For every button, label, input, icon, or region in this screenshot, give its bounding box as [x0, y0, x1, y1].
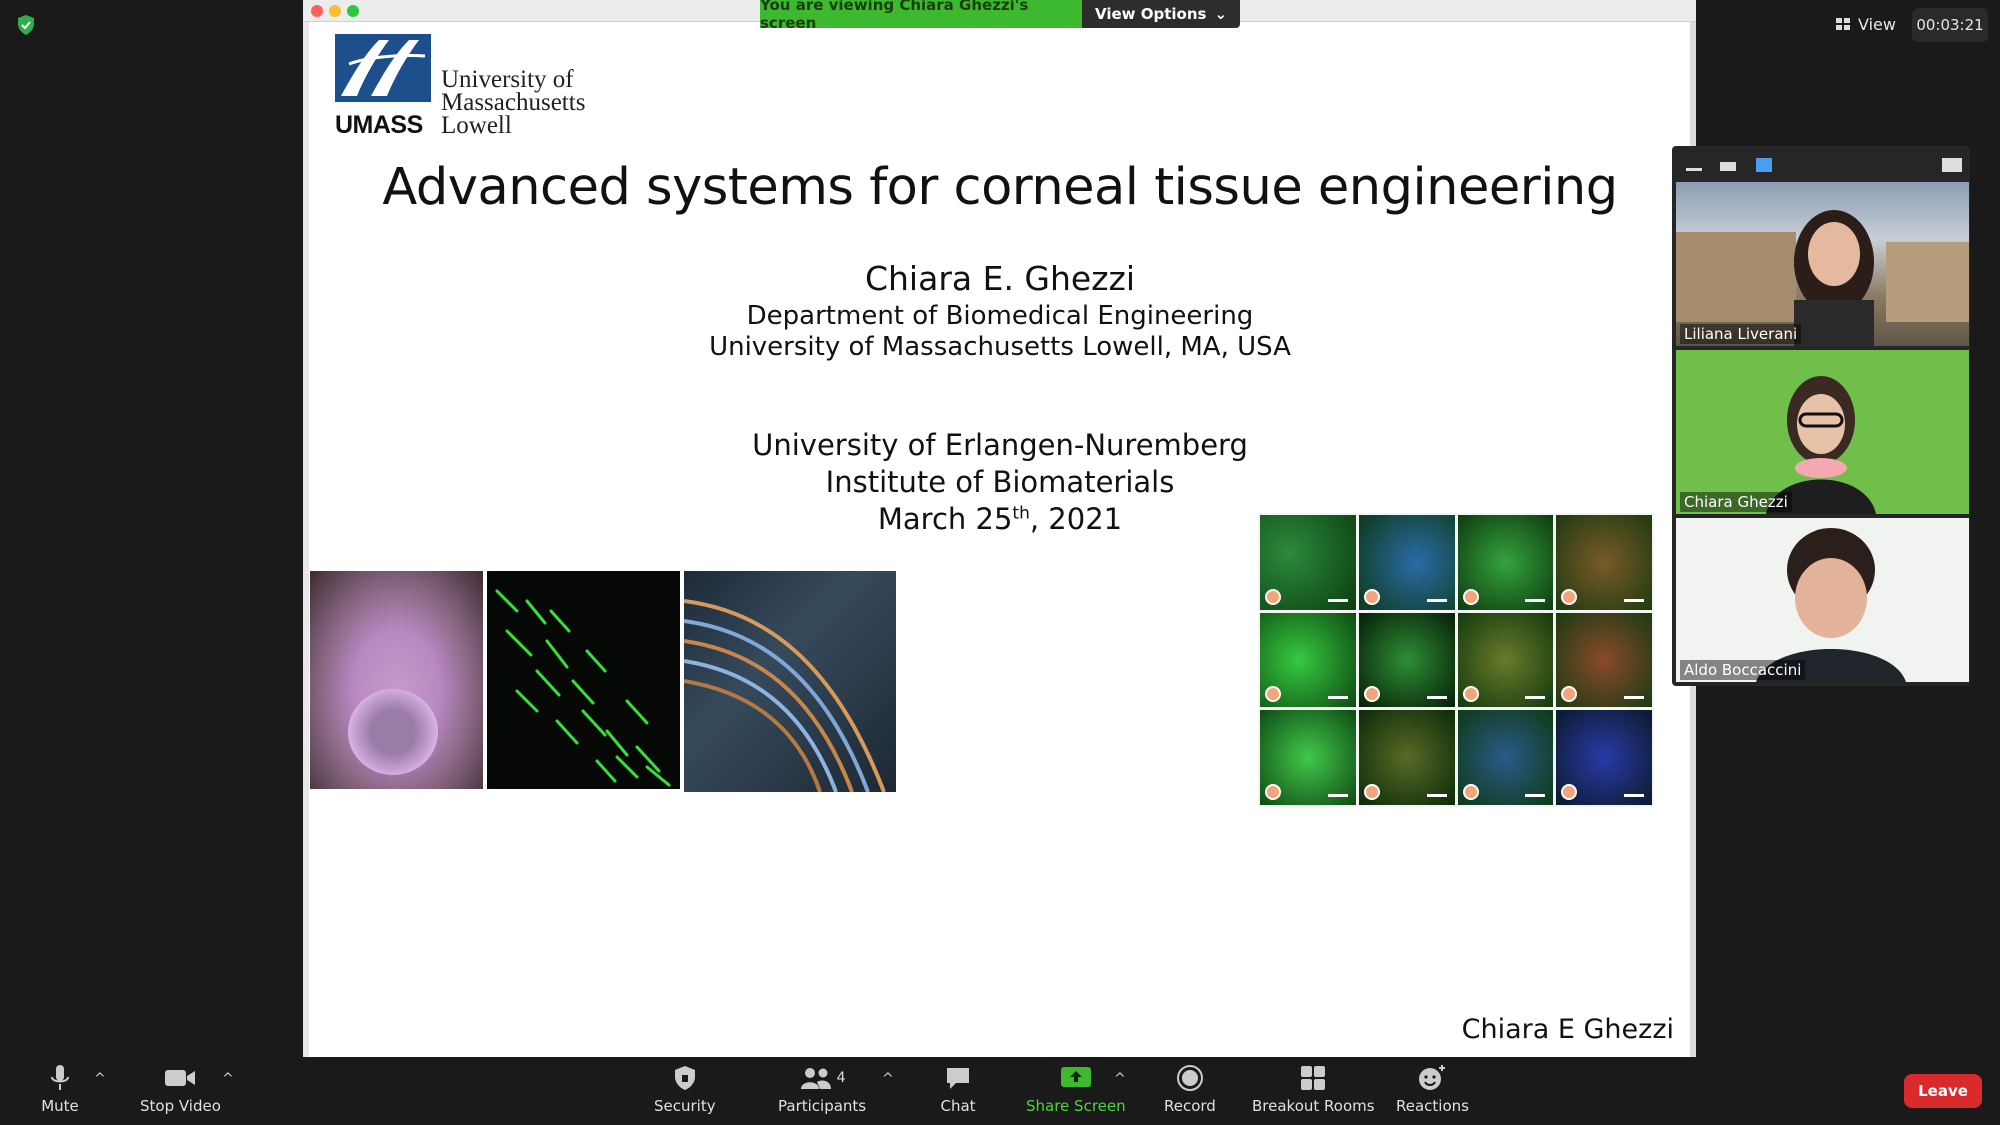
record-icon: [1176, 1065, 1203, 1091]
slide-department: Department of Biomedical Engineering: [746, 301, 1254, 331]
breakout-rooms-label: Breakout Rooms: [1252, 1097, 1375, 1115]
corneal-scaffold-photo: [310, 571, 483, 789]
mute-label: Mute: [41, 1097, 79, 1115]
host-institute: Institute of Biomaterials: [825, 465, 1175, 499]
fiber-bundle-image: [684, 571, 896, 792]
chat-bubble-icon: [947, 1068, 969, 1089]
participant-video-placeholder: [1766, 376, 1876, 514]
side-by-side-icon[interactable]: [1942, 158, 1962, 172]
breakout-rooms-icon: [1301, 1066, 1326, 1090]
video-camera-icon: [165, 1070, 196, 1086]
leave-meeting-button[interactable]: Leave: [1904, 1074, 1982, 1108]
fluorescent-cells-image: [487, 571, 680, 789]
slide-affiliation: University of Massachusetts Lowell, MA, …: [709, 332, 1291, 362]
panel-controls: [1672, 146, 1970, 180]
chat-label: Chat: [940, 1097, 976, 1115]
slide-title: Advanced systems for corneal tissue engi…: [382, 158, 1618, 217]
security-label: Security: [654, 1097, 716, 1115]
microscopy-cell: [1260, 710, 1356, 805]
slide-footer-name: Chiara E Ghezzi: [1461, 1014, 1674, 1045]
reactions-button[interactable]: Reactions: [1396, 1063, 1469, 1115]
microscopy-grid: [1258, 513, 1654, 807]
umass-wordmark: UMASS: [335, 111, 423, 139]
participants-button[interactable]: 4 Participants: [778, 1063, 866, 1115]
microscopy-cell: [1457, 612, 1554, 708]
mute-button[interactable]: Mute: [40, 1063, 80, 1115]
participant-name: Liliana Liverani: [1680, 324, 1802, 344]
meeting-timer: 00:03:21: [1912, 8, 1988, 42]
participants-icon: [800, 1068, 831, 1089]
umass-logo: [335, 34, 431, 102]
chat-button[interactable]: Chat: [938, 1063, 978, 1115]
zoom-dot-icon: [347, 5, 359, 17]
thumbnail-view-icon[interactable]: [1720, 162, 1736, 171]
microscopy-cell: [1556, 515, 1652, 610]
encryption-shield-icon[interactable]: [16, 14, 36, 36]
reactions-emoji-icon: [1419, 1065, 1446, 1090]
slide-author: Chiara E. Ghezzi: [864, 259, 1136, 298]
university-line-3: Lowell: [441, 112, 512, 139]
participant-video-placeholder: [1756, 528, 1906, 682]
host-institution: University of Erlangen-Nuremberg: [752, 428, 1248, 462]
share-screen-label: Share Screen: [1026, 1097, 1126, 1115]
share-options-caret-icon[interactable]: ^: [1114, 1071, 1126, 1087]
minimize-icon[interactable]: [1686, 168, 1702, 171]
record-button[interactable]: Record: [1164, 1063, 1216, 1115]
view-options-label: View Options: [1094, 5, 1207, 23]
reactions-label: Reactions: [1396, 1097, 1469, 1115]
microscopy-cell: [1457, 515, 1554, 610]
date-superscript: th: [1012, 503, 1030, 524]
microphone-icon: [51, 1065, 69, 1090]
security-shield-icon: [674, 1066, 695, 1090]
view-options-button[interactable]: View Options ⌄: [1082, 0, 1240, 28]
share-screen-button[interactable]: Share Screen: [1026, 1063, 1126, 1115]
participant-video-panel: Liliana Liverani Chiara Ghezzi Aldo Bocc…: [1672, 146, 1970, 686]
stop-video-label: Stop Video: [140, 1097, 221, 1115]
close-dot-icon: [311, 5, 323, 17]
minimize-dot-icon: [329, 5, 341, 17]
record-label: Record: [1164, 1097, 1216, 1115]
microscopy-cell: [1556, 612, 1652, 708]
umass-logo-mark: [335, 34, 431, 102]
view-button[interactable]: View: [1826, 8, 1906, 40]
participant-tile-aldo[interactable]: Aldo Boccaccini: [1676, 518, 1969, 682]
participant-tile-liliana[interactable]: Liliana Liverani: [1676, 182, 1969, 346]
speaker-strip-icon[interactable]: [1756, 158, 1772, 172]
viewing-screen-banner: You are viewing Chiara Ghezzi's screen: [760, 0, 1082, 32]
view-label: View: [1858, 14, 1896, 34]
security-button[interactable]: Security: [654, 1063, 716, 1115]
participant-video-placeholder: [1676, 210, 1969, 346]
date-main: March 25: [877, 502, 1013, 536]
university-name: University of Massachusetts Lowell: [441, 66, 586, 139]
chevron-down-icon: ⌄: [1214, 5, 1228, 23]
grid-view-icon: [1836, 18, 1850, 30]
participants-count: 4: [836, 1070, 846, 1086]
meeting-toolbar: Mute ^ Stop Video ^ Security 4 Participa…: [0, 1057, 2000, 1125]
microscopy-cell: [1260, 515, 1356, 610]
microscopy-cell: [1358, 710, 1455, 805]
participants-label: Participants: [778, 1097, 867, 1115]
participants-options-caret-icon[interactable]: ^: [882, 1071, 894, 1087]
microscopy-cell: [1556, 710, 1652, 805]
microscopy-cell: [1457, 710, 1554, 805]
university-line-1: University of: [441, 66, 574, 93]
participant-name: Aldo Boccaccini: [1680, 660, 1806, 680]
share-screen-icon: [1060, 1067, 1091, 1087]
university-line-2: Massachusetts: [441, 89, 586, 116]
participant-tile-chiara[interactable]: Chiara Ghezzi: [1676, 350, 1969, 514]
video-options-caret-icon[interactable]: ^: [222, 1071, 234, 1087]
microscopy-cell: [1260, 612, 1356, 708]
date-year: , 2021: [1029, 502, 1123, 536]
participant-name: Chiara Ghezzi: [1680, 492, 1792, 512]
breakout-rooms-button[interactable]: Breakout Rooms: [1252, 1063, 1375, 1115]
microscopy-cell: [1358, 612, 1455, 708]
audio-options-caret-icon[interactable]: ^: [94, 1071, 106, 1087]
stop-video-button[interactable]: Stop Video: [140, 1063, 221, 1115]
microscopy-cell: [1358, 515, 1455, 610]
